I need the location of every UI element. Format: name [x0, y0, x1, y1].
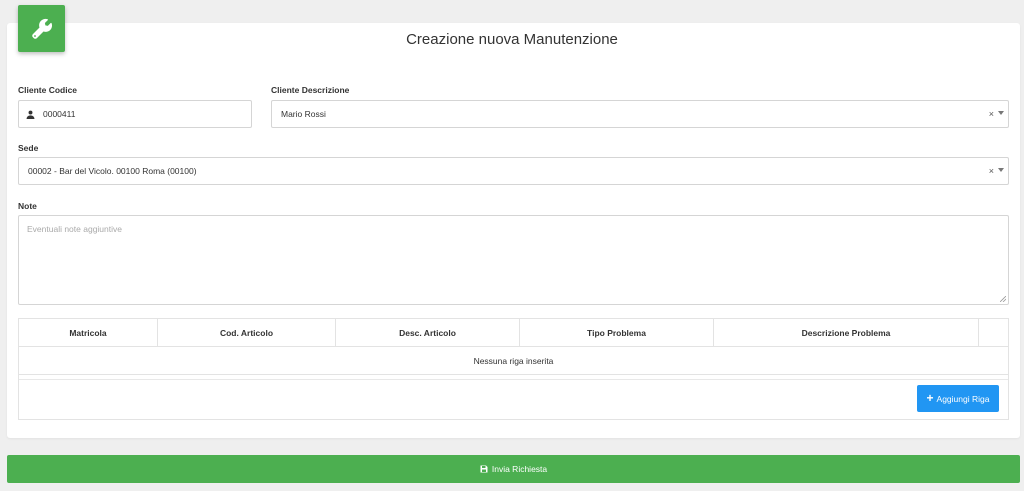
column-header-matricola: Matricola — [19, 319, 158, 346]
note-textarea[interactable]: Eventuali note aggiuntive — [18, 215, 1009, 305]
cliente-descrizione-value: Mario Rossi — [281, 109, 326, 119]
add-row-label: Aggiungi Riga — [936, 393, 990, 404]
resize-grip-icon[interactable] — [1000, 296, 1006, 302]
note-placeholder: Eventuali note aggiuntive — [27, 224, 122, 234]
column-header-tipo-problema: Tipo Problema — [520, 319, 714, 346]
sede-select[interactable]: 00002 - Bar del Vicolo. 00100 Roma (0010… — [18, 157, 1009, 185]
page-title: Creazione nuova Manutenzione — [406, 31, 618, 48]
column-header-cod-articolo: Cod. Articolo — [158, 319, 336, 346]
cliente-descrizione-select[interactable]: Mario Rossi × — [271, 100, 1009, 128]
cliente-codice-value: 0000411 — [43, 109, 76, 119]
user-icon — [26, 110, 35, 119]
submit-request-label: Invia Richiesta — [491, 464, 548, 474]
empty-table-message: Nessuna riga inserita — [19, 347, 1008, 375]
header-badge — [18, 5, 65, 52]
add-row-button[interactable]: + Aggiungi Riga — [917, 385, 999, 412]
column-header-descrizione-problema: Descrizione Problema — [714, 319, 979, 346]
cliente-codice-field[interactable]: 0000411 — [18, 100, 252, 128]
column-header-desc-articolo: Desc. Articolo — [336, 319, 520, 346]
clear-selection-icon[interactable]: × — [989, 166, 994, 176]
sede-value: 00002 - Bar del Vicolo. 00100 Roma (0010… — [28, 166, 197, 176]
divider — [19, 379, 1008, 380]
wrench-icon — [31, 18, 52, 39]
cliente-codice-label: Cliente Codice — [18, 85, 78, 95]
cliente-descrizione-label: Cliente Descrizione — [271, 85, 350, 95]
plus-icon: + — [926, 391, 934, 405]
dropdown-arrow-icon[interactable] — [998, 167, 1004, 172]
note-label: Note — [18, 201, 37, 211]
dropdown-arrow-icon[interactable] — [998, 110, 1004, 115]
save-icon — [480, 465, 488, 473]
clear-selection-icon[interactable]: × — [989, 109, 994, 119]
rows-table: Matricola Cod. Articolo Desc. Articolo T… — [18, 318, 1009, 420]
sede-label: Sede — [18, 143, 39, 153]
table-header: Matricola Cod. Articolo Desc. Articolo T… — [19, 319, 1008, 347]
submit-request-button[interactable]: Invia Richiesta — [7, 455, 1020, 483]
column-header-actions — [979, 319, 1008, 346]
